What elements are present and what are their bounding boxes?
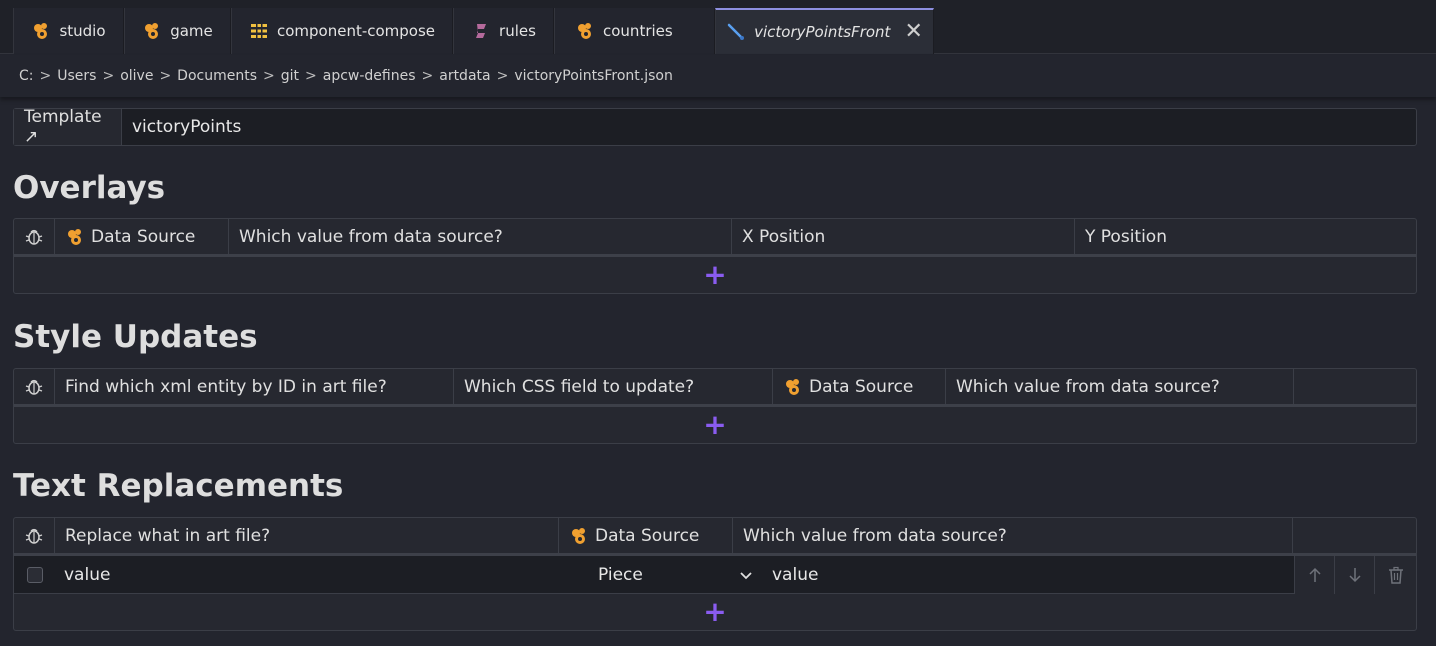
template-link[interactable]: Template ↗ <box>14 107 122 147</box>
template-input[interactable]: victoryPoints <box>122 109 241 145</box>
tab-studio[interactable]: studio <box>13 8 124 54</box>
column-label: Data Source <box>809 376 914 397</box>
debug-column-header <box>14 518 55 553</box>
column-label: Data Source <box>595 525 700 546</box>
tab-victory-points-front[interactable]: victoryPointsFront ✕ <box>715 8 934 54</box>
component-icon <box>65 227 85 247</box>
style-updates-table: Find which xml entity by ID in art file?… <box>13 368 1417 444</box>
row-select-cell <box>14 556 55 593</box>
tab-bar: studio game component-compose rules coun… <box>0 0 1436 54</box>
breadcrumb-separator: > <box>263 68 275 84</box>
breadcrumb-item[interactable]: Users <box>57 68 96 84</box>
breadcrumb-separator: > <box>421 68 434 84</box>
column-header-data-source: Data Source <box>773 369 946 404</box>
tab-label: rules <box>499 22 536 40</box>
tab-label: countries <box>603 22 673 40</box>
column-header-actions <box>1294 369 1416 404</box>
close-icon[interactable]: ✕ <box>904 21 922 43</box>
column-header-data-source: Data Source <box>55 219 229 254</box>
chevron-down-icon <box>736 565 756 585</box>
tab-rules[interactable]: rules <box>453 8 554 54</box>
breadcrumb-item[interactable]: Documents <box>177 68 257 84</box>
move-up-button[interactable] <box>1294 556 1334 594</box>
table-header: Replace what in art file? Data Source Wh… <box>14 518 1416 556</box>
data-source-select[interactable]: Piece <box>588 556 762 593</box>
component-icon <box>31 21 51 41</box>
breadcrumb-separator: > <box>102 68 115 84</box>
add-row-button[interactable]: + <box>14 594 1416 630</box>
arrow-down-icon <box>1345 565 1365 585</box>
replace-what-input[interactable]: value <box>55 556 588 593</box>
move-down-button[interactable] <box>1334 556 1374 594</box>
breadcrumb-separator: > <box>496 68 509 84</box>
add-row-button[interactable]: + <box>14 407 1416 443</box>
table-row: value Piece value <box>14 556 1416 594</box>
component-icon <box>783 377 803 397</box>
delete-row-button[interactable] <box>1374 556 1416 594</box>
column-header-x-position: X Position <box>732 219 1075 254</box>
table-header: Data Source Which value from data source… <box>14 219 1416 257</box>
breadcrumb-separator: > <box>39 68 52 84</box>
arrow-up-icon <box>1305 565 1325 585</box>
compose-icon <box>249 21 269 41</box>
breadcrumb-separator: > <box>305 68 317 84</box>
breadcrumb-item[interactable]: git <box>281 68 299 84</box>
tab-game[interactable]: game <box>124 8 231 54</box>
breadcrumb-item[interactable]: C: <box>19 68 34 84</box>
text-replacements-heading: Text Replacements <box>13 468 344 504</box>
bug-icon[interactable] <box>24 227 44 247</box>
tab-countries[interactable]: countries <box>554 8 715 54</box>
component-icon <box>142 21 162 41</box>
column-header-which-value: Which value from data source? <box>229 219 732 254</box>
breadcrumb-item[interactable]: apcw-defines <box>323 68 416 84</box>
tab-label: component-compose <box>276 22 436 40</box>
breadcrumb-item[interactable]: victoryPointsFront.json <box>514 68 673 84</box>
column-header-replace-what: Replace what in art file? <box>55 518 559 553</box>
breadcrumb: C: > Users > olive > Documents > git > a… <box>0 55 1436 97</box>
overlays-table: Data Source Which value from data source… <box>13 218 1417 294</box>
column-header-css-field: Which CSS field to update? <box>454 369 773 404</box>
data-source-selected: Piece <box>598 564 643 585</box>
debug-column-header <box>14 369 55 404</box>
tab-label: victoryPointsFront <box>754 23 891 41</box>
column-header-which-value: Which value from data source? <box>946 369 1294 404</box>
table-header: Find which xml entity by ID in art file?… <box>14 369 1416 407</box>
tab-label: studio <box>59 22 106 40</box>
component-icon <box>575 21 595 41</box>
bug-icon[interactable] <box>24 377 44 397</box>
brush-icon <box>726 22 746 42</box>
breadcrumb-item[interactable]: olive <box>120 68 153 84</box>
breadcrumb-separator: > <box>159 68 172 84</box>
style-updates-heading: Style Updates <box>13 319 258 355</box>
column-header-which-value: Which value from data source? <box>733 518 1293 553</box>
tab-component-compose[interactable]: component-compose <box>231 8 453 54</box>
component-icon <box>569 526 589 546</box>
debug-column-header <box>14 219 55 254</box>
column-header-actions <box>1293 518 1416 553</box>
bug-icon[interactable] <box>24 526 44 546</box>
template-field: Template ↗ victoryPoints <box>13 107 1417 147</box>
which-value-input[interactable]: value <box>762 556 1294 593</box>
column-header-y-position: Y Position <box>1085 226 1167 247</box>
tab-label: game <box>170 22 213 40</box>
rules-icon <box>471 21 491 41</box>
trash-icon <box>1386 565 1406 585</box>
row-checkbox[interactable] <box>26 566 43 583</box>
column-label: Data Source <box>91 226 196 247</box>
overlays-heading: Overlays <box>13 170 166 206</box>
column-header-data-source: Data Source <box>559 518 733 553</box>
text-replacements-table: Replace what in art file? Data Source Wh… <box>13 517 1417 631</box>
breadcrumb-item[interactable]: artdata <box>439 68 490 84</box>
column-header-find-entity: Find which xml entity by ID in art file? <box>55 369 454 404</box>
add-row-button[interactable]: + <box>14 257 1416 293</box>
